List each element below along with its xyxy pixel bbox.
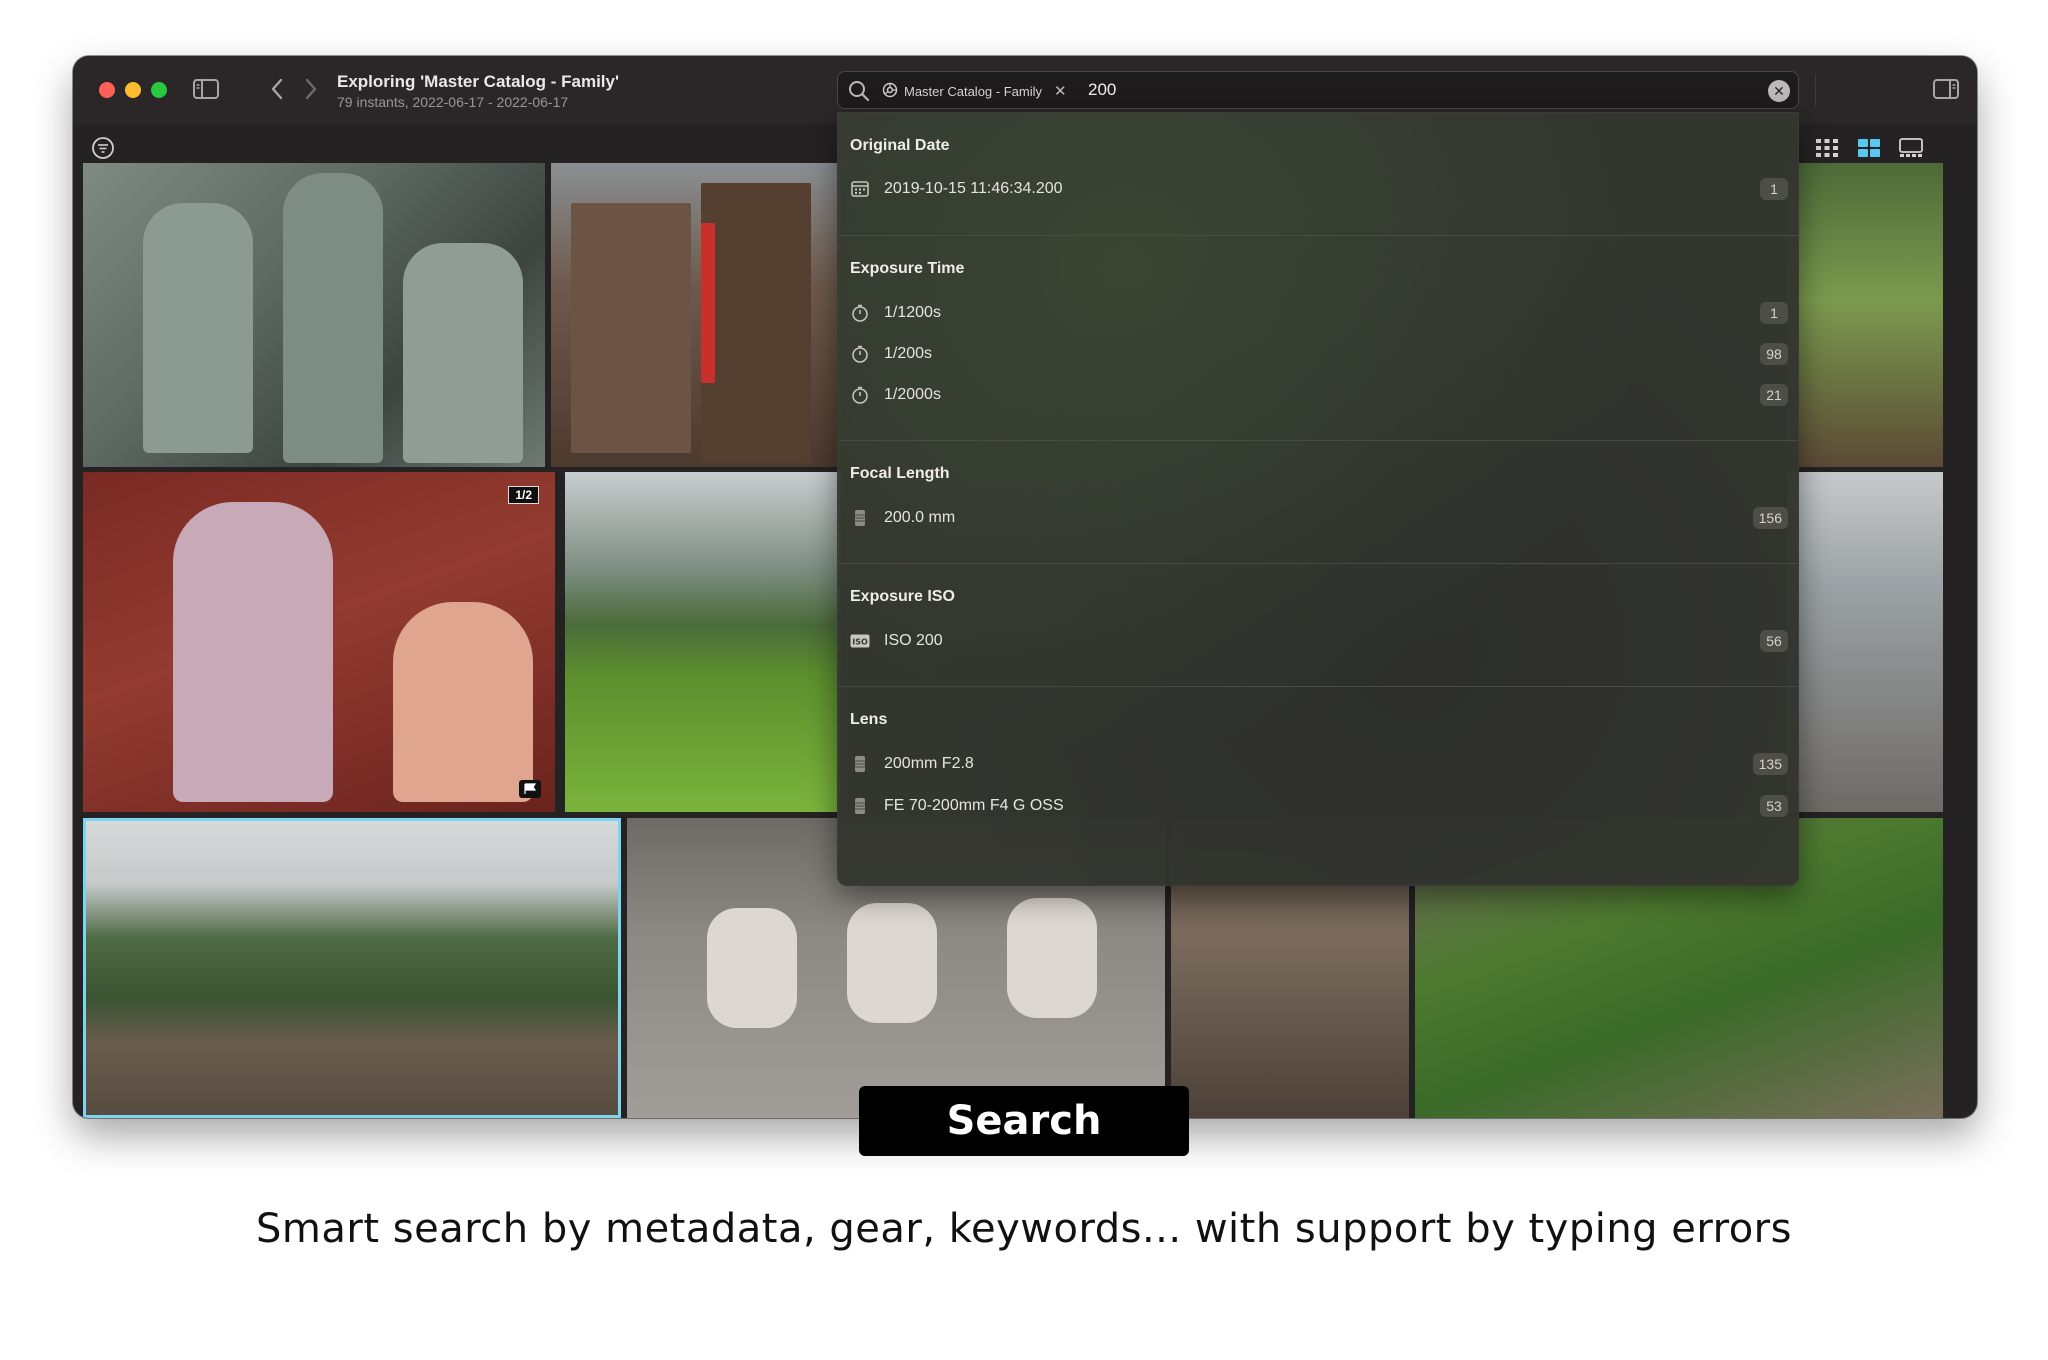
- section-divider: [838, 235, 1798, 236]
- photo-terracotta-warriors[interactable]: [83, 163, 545, 467]
- result-count: 56: [1760, 630, 1788, 652]
- photo-old-town-street[interactable]: [551, 163, 841, 467]
- sidebar-toggle-icon[interactable]: [193, 78, 219, 100]
- result-count: 1: [1760, 302, 1788, 324]
- filter-icon[interactable]: [91, 136, 115, 160]
- window-subtitle: 79 instants, 2022-06-17 - 2022-06-17: [337, 94, 569, 110]
- close-window-button[interactable]: [99, 82, 115, 98]
- forward-chevron-icon[interactable]: [299, 74, 323, 104]
- search-scope-token[interactable]: Master Catalog - Family ✕: [882, 79, 1067, 103]
- result-row-exposure-200[interactable]: 1/200s 98: [850, 338, 1788, 370]
- lens-icon: [850, 508, 870, 528]
- timer-icon: [850, 303, 870, 323]
- mosaic-view-icon[interactable]: [1857, 137, 1881, 159]
- clear-search-button[interactable]: ✕: [1768, 80, 1790, 102]
- lens-icon: [850, 754, 870, 774]
- flag-icon: [519, 780, 541, 798]
- result-label: 1/1200s: [884, 304, 941, 321]
- result-count: 156: [1752, 507, 1788, 529]
- result-row-lens-fe70200[interactable]: FE 70-200mm F4 G OSS 53: [850, 790, 1788, 822]
- result-row-exposure-2000[interactable]: 1/2000s 21: [850, 379, 1788, 411]
- section-title: Focal Length: [850, 465, 950, 482]
- toolbar-divider: [1815, 74, 1816, 106]
- zoom-window-button[interactable]: [151, 82, 167, 98]
- result-row-exposure-1200[interactable]: 1/1200s 1: [850, 297, 1788, 329]
- window-title: Exploring 'Master Catalog - Family': [337, 72, 620, 91]
- feature-label: Search: [859, 1086, 1189, 1156]
- calendar-icon: [850, 179, 870, 199]
- photo-rice-field[interactable]: [565, 472, 841, 812]
- catalog-icon: [882, 82, 898, 101]
- result-label: ISO 200: [884, 632, 943, 649]
- filmstrip-view-icon[interactable]: [1899, 137, 1923, 159]
- result-count: 1: [1760, 178, 1788, 200]
- section-title: Lens: [850, 711, 888, 728]
- result-count: 98: [1760, 343, 1788, 365]
- result-count: 135: [1752, 753, 1788, 775]
- photo-great-wall[interactable]: [83, 818, 621, 1118]
- remove-scope-icon[interactable]: ✕: [1054, 82, 1067, 100]
- timer-icon: [850, 385, 870, 405]
- feature-caption: Smart search by metadata, gear, keywords…: [256, 1206, 1792, 1252]
- minimize-window-button[interactable]: [125, 82, 141, 98]
- inspector-toggle-icon[interactable]: [1933, 78, 1959, 100]
- stack-badge: 1/2: [508, 486, 539, 504]
- search-results-dropdown: Original Date 2019-10-15 11:46:34.200 1 …: [837, 112, 1799, 886]
- grid-view-icon[interactable]: [1815, 137, 1839, 159]
- timer-icon: [850, 344, 870, 364]
- result-row-original-date[interactable]: 2019-10-15 11:46:34.200 1: [850, 173, 1788, 205]
- result-row-focal-length[interactable]: 200.0 mm 156: [850, 502, 1788, 534]
- section-divider: [838, 563, 1798, 564]
- section-title: Exposure ISO: [850, 588, 955, 605]
- app-window: Exploring 'Master Catalog - Family' 79 i…: [73, 56, 1977, 1118]
- result-row-lens-200mm[interactable]: 200mm F2.8 135: [850, 748, 1788, 780]
- iso-icon: ISO: [850, 631, 870, 651]
- result-row-iso[interactable]: ISO ISO 200 56: [850, 625, 1788, 657]
- photo-girls-walking[interactable]: [1787, 472, 1943, 812]
- result-label: 2019-10-15 11:46:34.200: [884, 180, 1063, 197]
- result-label: 200mm F2.8: [884, 755, 974, 772]
- search-field[interactable]: Master Catalog - Family ✕ 200 ✕: [837, 71, 1799, 109]
- section-title: Original Date: [850, 137, 950, 154]
- section-divider: [838, 686, 1798, 687]
- photo-tobacco-plants[interactable]: [1787, 163, 1943, 467]
- result-label: 1/2000s: [884, 386, 941, 403]
- result-label: 200.0 mm: [884, 509, 956, 526]
- result-count: 53: [1760, 795, 1788, 817]
- section-divider: [838, 440, 1798, 441]
- photo-children-red-door[interactable]: 1/2: [83, 472, 555, 812]
- svg-text:ISO: ISO: [852, 638, 868, 647]
- search-scope-label: Master Catalog - Family: [904, 83, 1042, 99]
- search-icon: [848, 80, 870, 102]
- section-title: Exposure Time: [850, 260, 965, 277]
- search-query[interactable]: 200: [1088, 80, 1116, 100]
- result-label: 1/200s: [884, 345, 933, 362]
- lens-icon: [850, 796, 870, 816]
- back-chevron-icon[interactable]: [265, 74, 289, 104]
- result-count: 21: [1760, 384, 1788, 406]
- result-label: FE 70-200mm F4 G OSS: [884, 797, 1064, 814]
